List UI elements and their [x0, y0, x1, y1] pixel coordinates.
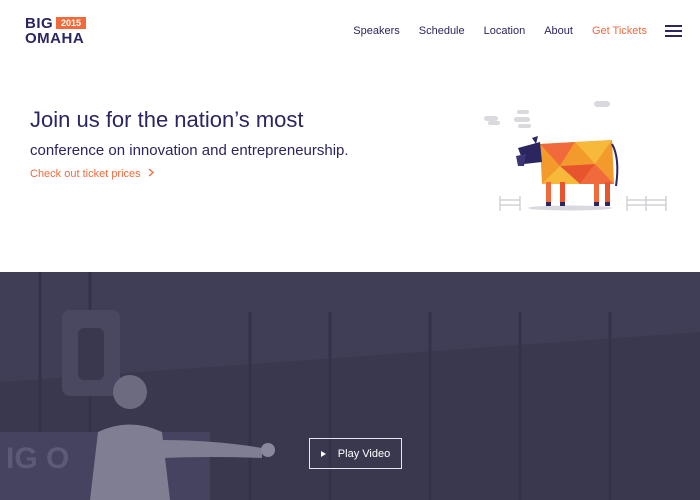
cloud-icon — [484, 101, 610, 128]
site-header: BIG 2015 OMAHA Speakers Schedule Locatio… — [0, 0, 700, 62]
main-nav: Speakers Schedule Location About Get Tic… — [334, 24, 647, 38]
logo-big-text: BIG — [25, 15, 54, 32]
logo-year-badge: 2015 — [56, 17, 87, 29]
play-video-label: Play Video — [337, 447, 391, 460]
nav-about[interactable]: About — [544, 24, 573, 38]
play-icon — [320, 450, 326, 457]
ticket-prices-link[interactable]: Check out ticket prices — [30, 167, 154, 181]
logo-omaha-text: OMAHA — [25, 30, 85, 47]
hamburger-icon[interactable] — [665, 25, 682, 37]
nav-location[interactable]: Location — [484, 24, 526, 38]
ticket-prices-link-label: Check out ticket prices — [30, 168, 141, 180]
hero-headline: Join us for the nation’s most — [30, 107, 304, 132]
hero-subheadline: conference on innovation and entrepreneu… — [30, 142, 349, 159]
chevron-right-icon — [148, 167, 154, 181]
svg-text:IG O: IG O — [6, 442, 69, 475]
big-omaha-logo[interactable]: BIG 2015 OMAHA — [25, 16, 95, 48]
nav-schedule[interactable]: Schedule — [419, 24, 465, 38]
nav-get-tickets[interactable]: Get Tickets — [592, 24, 647, 38]
play-video-button[interactable]: Play Video — [309, 438, 402, 469]
geometric-cow-illustration — [484, 101, 667, 211]
video-section[interactable]: IG O Play Video — [0, 272, 700, 500]
nav-speakers[interactable]: Speakers — [353, 24, 399, 38]
